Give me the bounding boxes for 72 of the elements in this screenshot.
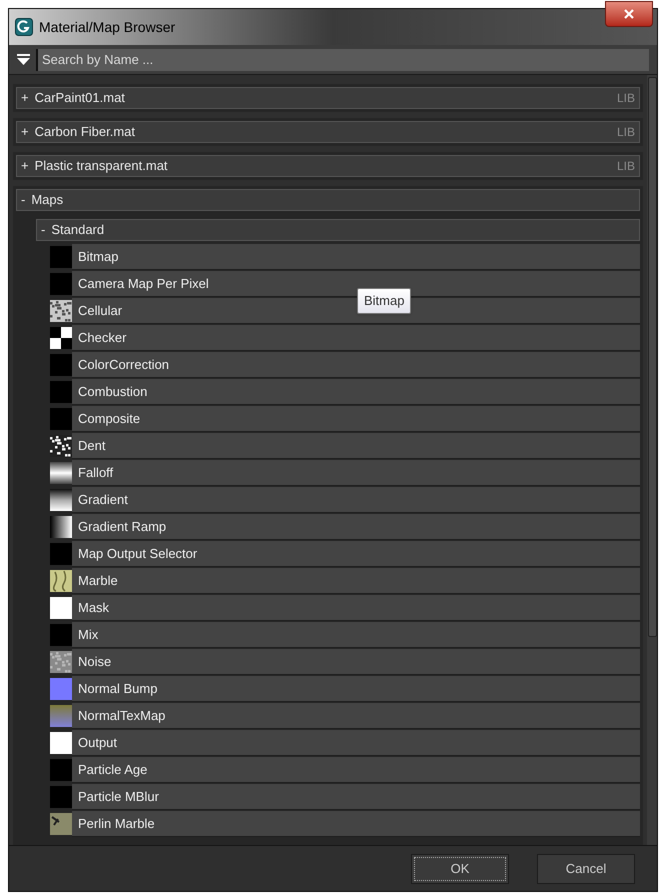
dialog-button[interactable]: OK bbox=[411, 854, 509, 884]
gradient-icon bbox=[50, 489, 72, 511]
library-tag: LIB bbox=[616, 157, 635, 175]
map-list-item[interactable]: Dent bbox=[72, 433, 640, 459]
rollout-header[interactable]: - Standard bbox=[36, 219, 640, 241]
swatch-icon bbox=[50, 246, 72, 268]
map-list-item[interactable]: Checker bbox=[72, 325, 640, 351]
marble-texture-icon bbox=[50, 570, 72, 592]
library-tag: LIB bbox=[616, 123, 635, 141]
swatch-icon bbox=[50, 543, 72, 565]
rollout-label: Carbon Fiber.mat bbox=[34, 123, 136, 142]
cellular-texture-icon bbox=[50, 300, 72, 322]
scrollbar[interactable] bbox=[647, 75, 657, 845]
rollout-label: Standard bbox=[51, 221, 106, 240]
library-tag: LIB bbox=[616, 89, 635, 107]
expander-sign: + bbox=[21, 89, 29, 108]
dent-texture-icon bbox=[50, 435, 72, 457]
expander-sign: + bbox=[21, 123, 29, 142]
swatch-icon bbox=[50, 786, 72, 808]
rollout-label: CarPaint01.mat bbox=[34, 89, 126, 108]
gradient-ramp-icon bbox=[50, 516, 72, 538]
marble-texture-icon bbox=[50, 813, 72, 835]
rollout-header[interactable]: + Plastic transparent.mat LIB bbox=[16, 155, 640, 177]
swatch-icon bbox=[50, 273, 72, 295]
swatch-icon bbox=[50, 354, 72, 376]
map-list-item[interactable]: Mask bbox=[72, 595, 640, 621]
swatch-icon bbox=[50, 408, 72, 430]
scrollbar-thumb[interactable] bbox=[648, 77, 657, 637]
swatch-icon bbox=[50, 732, 72, 754]
map-list-item[interactable]: NormalTexMap bbox=[72, 703, 640, 729]
map-list-item[interactable]: Gradient Ramp bbox=[72, 514, 640, 540]
map-list-item[interactable]: Particle Age bbox=[72, 757, 640, 783]
map-list-item[interactable]: Gradient bbox=[72, 487, 640, 513]
rollout-header[interactable]: - Maps bbox=[16, 189, 640, 211]
search-field[interactable]: Search by Name ... bbox=[36, 48, 649, 70]
map-list-item[interactable]: Output bbox=[72, 730, 640, 756]
swatch-icon bbox=[50, 381, 72, 403]
map-list-item[interactable]: Normal Bump bbox=[72, 676, 640, 702]
swatch-icon bbox=[50, 759, 72, 781]
dialog-button[interactable]: Cancel bbox=[537, 854, 635, 884]
map-list-item[interactable]: Map Output Selector bbox=[72, 541, 640, 567]
rollout-header[interactable]: + CarPaint01.mat LIB bbox=[16, 87, 640, 109]
gradient-swatch-icon bbox=[50, 705, 72, 727]
filter-menu-icon[interactable] bbox=[17, 54, 30, 65]
map-list-item[interactable]: Falloff bbox=[72, 460, 640, 486]
swatch-icon bbox=[50, 624, 72, 646]
rollout-label: Maps bbox=[31, 191, 64, 210]
map-list-item[interactable]: Perlin Marble bbox=[72, 811, 640, 837]
falloff-gradient-icon bbox=[50, 462, 72, 484]
swatch-icon bbox=[50, 678, 72, 700]
map-list-item[interactable]: ColorCorrection bbox=[72, 352, 640, 378]
map-list-item[interactable]: Noise bbox=[72, 649, 640, 675]
window-title: Material/Map Browser bbox=[39, 18, 176, 37]
noise-texture-icon bbox=[50, 651, 72, 673]
rollout-label: Plastic transparent.mat bbox=[34, 157, 169, 176]
app-logo-icon bbox=[15, 18, 33, 36]
close-icon bbox=[624, 9, 634, 19]
map-list-item[interactable]: Bitmap bbox=[72, 244, 640, 270]
map-list-item[interactable]: Camera Map Per Pixel bbox=[72, 271, 640, 297]
map-list-item[interactable]: Particle MBlur bbox=[72, 784, 640, 810]
expander-sign: - bbox=[41, 221, 46, 240]
checker-icon bbox=[50, 327, 72, 349]
expander-sign: + bbox=[21, 157, 29, 176]
map-list-item[interactable]: Composite bbox=[72, 406, 640, 432]
tooltip: Bitmap bbox=[357, 288, 412, 314]
map-list-item[interactable]: Mix bbox=[72, 622, 640, 648]
swatch-icon bbox=[50, 597, 72, 619]
map-list-item[interactable]: Combustion bbox=[72, 379, 640, 405]
rollout-header[interactable]: + Carbon Fiber.mat LIB bbox=[16, 121, 640, 143]
map-list-item[interactable]: Marble bbox=[72, 568, 640, 594]
close-button[interactable] bbox=[605, 1, 653, 27]
expander-sign: - bbox=[21, 191, 26, 210]
